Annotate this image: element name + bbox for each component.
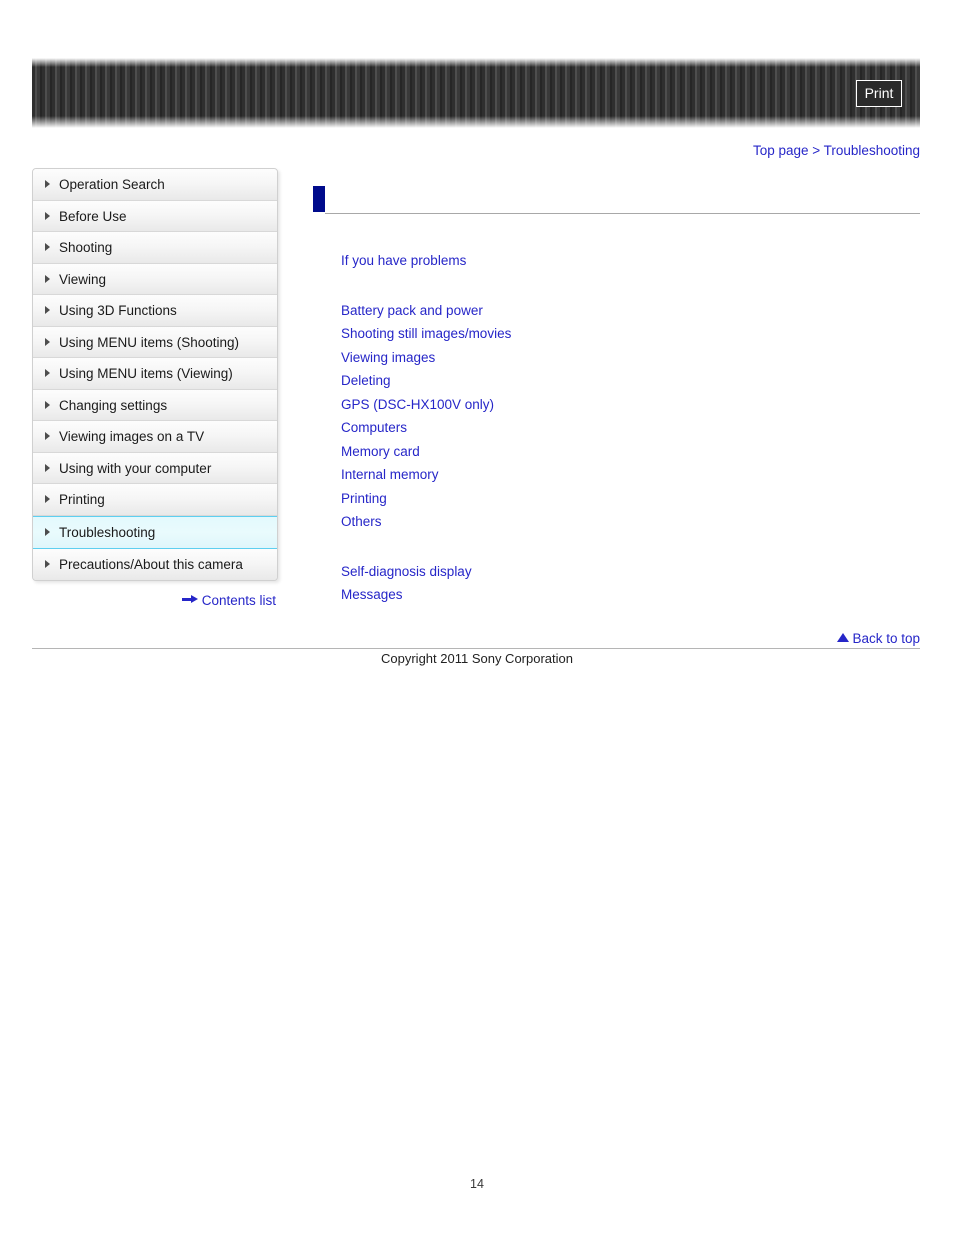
- sidebar-item-using-menu-items-viewing[interactable]: Using MENU items (Viewing): [33, 358, 277, 390]
- link-if-you-have-problems[interactable]: If you have problems: [341, 249, 466, 273]
- right-arrow-icon: [181, 594, 198, 604]
- bullet-triangle-icon: [45, 560, 50, 569]
- print-button[interactable]: Print: [856, 80, 902, 107]
- link-others[interactable]: Others: [341, 510, 382, 534]
- bullet-triangle-icon: [45, 528, 50, 536]
- link-gps-dsc-hx100v-only[interactable]: GPS (DSC-HX100V only): [341, 393, 494, 417]
- sidebar-item-printing[interactable]: Printing: [33, 484, 277, 516]
- link-printing[interactable]: Printing: [341, 487, 387, 511]
- link-self-diagnosis-display[interactable]: Self-diagnosis display: [341, 560, 472, 584]
- link-memory-card[interactable]: Memory card: [341, 440, 420, 464]
- sidebar-item-viewing-images-on-a-tv[interactable]: Viewing images on a TV: [33, 421, 277, 453]
- sidebar-item-using-menu-items-shooting[interactable]: Using MENU items (Shooting): [33, 326, 277, 358]
- bullet-triangle-icon: [45, 432, 50, 441]
- page-number: 14: [470, 1177, 484, 1191]
- contents-list-link[interactable]: Contents list: [202, 593, 276, 608]
- sidebar-item-label: Before Use: [59, 208, 127, 224]
- sidebar-item-label: Using MENU items (Shooting): [59, 334, 240, 350]
- spacer-top: [313, 218, 920, 249]
- sidebar-item-label: Viewing images on a TV: [59, 429, 205, 444]
- sidebar-item-label: Using 3D Functions: [59, 303, 177, 318]
- bullet-triangle-icon: [45, 306, 50, 315]
- link-battery-pack-and-power[interactable]: Battery pack and power: [341, 299, 483, 323]
- bullet-triangle-icon: [45, 180, 50, 189]
- title-marker-icon: [313, 186, 325, 212]
- header-banner: Print: [32, 58, 920, 128]
- contents-list-link-wrap: Contents list: [32, 592, 278, 608]
- page-title-bar: [313, 186, 920, 218]
- topic-link-list: Battery pack and power Shooting still ima…: [341, 299, 920, 534]
- breadcrumb-top-page[interactable]: Top page: [753, 143, 809, 158]
- link-deleting[interactable]: Deleting: [341, 369, 391, 393]
- link-messages[interactable]: Messages: [341, 583, 403, 607]
- sidebar-item-label: Changing settings: [59, 397, 168, 413]
- bullet-triangle-icon: [45, 211, 50, 220]
- up-triangle-icon: [837, 632, 850, 642]
- sidebar-item-troubleshooting[interactable]: Troubleshooting: [33, 515, 277, 549]
- link-internal-memory[interactable]: Internal memory: [341, 463, 439, 487]
- sidebar-item-using-with-your-computer[interactable]: Using with your computer: [33, 452, 277, 484]
- breadcrumb: Top page > Troubleshooting: [753, 143, 920, 158]
- extra-link-list: Self-diagnosis display Messages: [341, 560, 920, 607]
- sidebar-item-before-use[interactable]: Before Use: [33, 200, 277, 232]
- copyright-text: Copyright 2011 Sony Corporation: [381, 651, 573, 666]
- sidebar-item-changing-settings[interactable]: Changing settings: [33, 389, 277, 421]
- link-shooting-still-images-movies[interactable]: Shooting still images/movies: [341, 322, 511, 346]
- link-computers[interactable]: Computers: [341, 416, 407, 440]
- bullet-triangle-icon: [45, 400, 50, 409]
- footer-divider: [32, 648, 920, 649]
- sidebar-item-using-3d-functions[interactable]: Using 3D Functions: [33, 295, 277, 327]
- sidebar-item-operation-search[interactable]: Operation Search: [33, 169, 277, 201]
- bullet-triangle-icon: [45, 495, 50, 504]
- sidebar-item-label: Troubleshooting: [59, 524, 156, 540]
- bullet-triangle-icon: [45, 274, 50, 283]
- link-viewing-images[interactable]: Viewing images: [341, 346, 435, 370]
- sidebar-item-shooting[interactable]: Shooting: [33, 232, 277, 264]
- sidebar-item-label: Printing: [59, 492, 105, 507]
- sidebar-item-label: Using with your computer: [59, 460, 212, 476]
- breadcrumb-separator: >: [812, 143, 821, 158]
- spacer-after-topics: [313, 534, 920, 560]
- title-divider: [325, 213, 920, 214]
- sidebar-item-label: Precautions/About this camera: [59, 556, 243, 572]
- sidebar-item-label: Shooting: [59, 240, 113, 255]
- bullet-triangle-icon: [45, 369, 50, 378]
- sidebar-item-viewing[interactable]: Viewing: [33, 263, 277, 295]
- main-content: If you have problems Battery pack and po…: [313, 186, 920, 607]
- sidebar-item-label: Operation Search: [59, 177, 165, 192]
- bullet-triangle-icon: [45, 243, 50, 252]
- sidebar-item-label: Using MENU items (Viewing): [59, 366, 233, 381]
- spacer-after-intro: [313, 273, 920, 299]
- breadcrumb-current[interactable]: Troubleshooting: [824, 143, 920, 158]
- bullet-triangle-icon: [45, 337, 50, 346]
- back-to-top-wrap: Back to top: [32, 630, 920, 646]
- sidebar-item-precautions-about-this-camera[interactable]: Precautions/About this camera: [33, 548, 277, 580]
- back-to-top-link[interactable]: Back to top: [852, 631, 920, 646]
- bullet-triangle-icon: [45, 463, 50, 472]
- intro-link-block: If you have problems: [341, 249, 920, 273]
- sidebar-navigation: Operation Search Before Use Shooting Viewin…: [32, 168, 278, 581]
- sidebar-item-label: Viewing: [59, 271, 107, 287]
